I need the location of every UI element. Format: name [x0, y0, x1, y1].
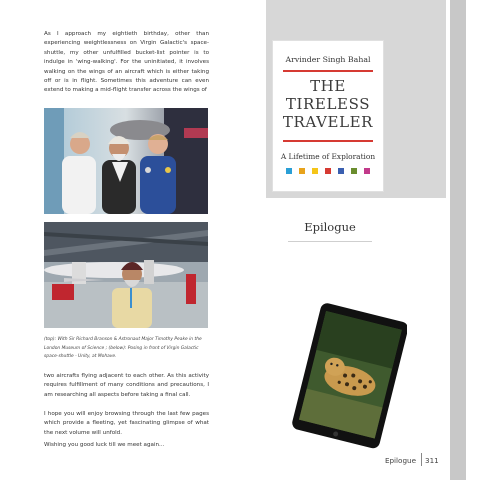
cover-color-swatch	[299, 168, 305, 174]
cover-top-rule	[283, 70, 373, 72]
section-heading-rule	[288, 241, 372, 242]
photo-caption: (top): With Sir Richard Branson & Astron…	[44, 337, 202, 360]
page-number: 311	[425, 456, 439, 465]
cover-color-swatch	[364, 168, 370, 174]
cover-title-line-2: TIRELESS	[285, 95, 371, 113]
cover-color-swatch	[338, 168, 344, 174]
cover-color-swatch	[325, 168, 331, 174]
body-paragraph-3: I hope you will enjoy browsing through t…	[44, 411, 209, 436]
cover-subtitle: A Lifetime of Exploration	[280, 152, 376, 161]
footer-separator	[421, 453, 422, 466]
cover-color-swatch	[351, 168, 357, 174]
cover-title-line-1: THE	[310, 77, 346, 95]
body-paragraph-4: Wishing you good luck till we meet again…	[44, 442, 165, 448]
photo-with-spaceship-unity	[44, 222, 208, 328]
tablet-image	[287, 298, 409, 454]
footer-section-label: Epilogue	[384, 456, 416, 465]
cover-title-line-3: TRAVELER	[282, 113, 374, 131]
photo-with-branson-and-astronaut	[44, 108, 208, 214]
body-paragraph-2: two aircrafts flying adjacent to each ot…	[44, 373, 209, 398]
cover-color-swatch	[312, 168, 318, 174]
body-paragraph-1: As I approach my eightieth birthday, oth…	[44, 31, 209, 94]
cover-color-swatches	[286, 168, 370, 174]
book-cover: Arvinder Singh Bahal THE TIRELESS TRAVEL…	[272, 40, 384, 192]
section-heading: Epilogue	[304, 220, 356, 234]
cover-bottom-rule	[283, 140, 373, 142]
page-edge-bar	[450, 0, 466, 480]
cover-author: Arvinder Singh Bahal	[285, 55, 371, 64]
book-page: As I approach my eightieth birthday, oth…	[0, 0, 480, 480]
cover-color-swatch	[286, 168, 292, 174]
